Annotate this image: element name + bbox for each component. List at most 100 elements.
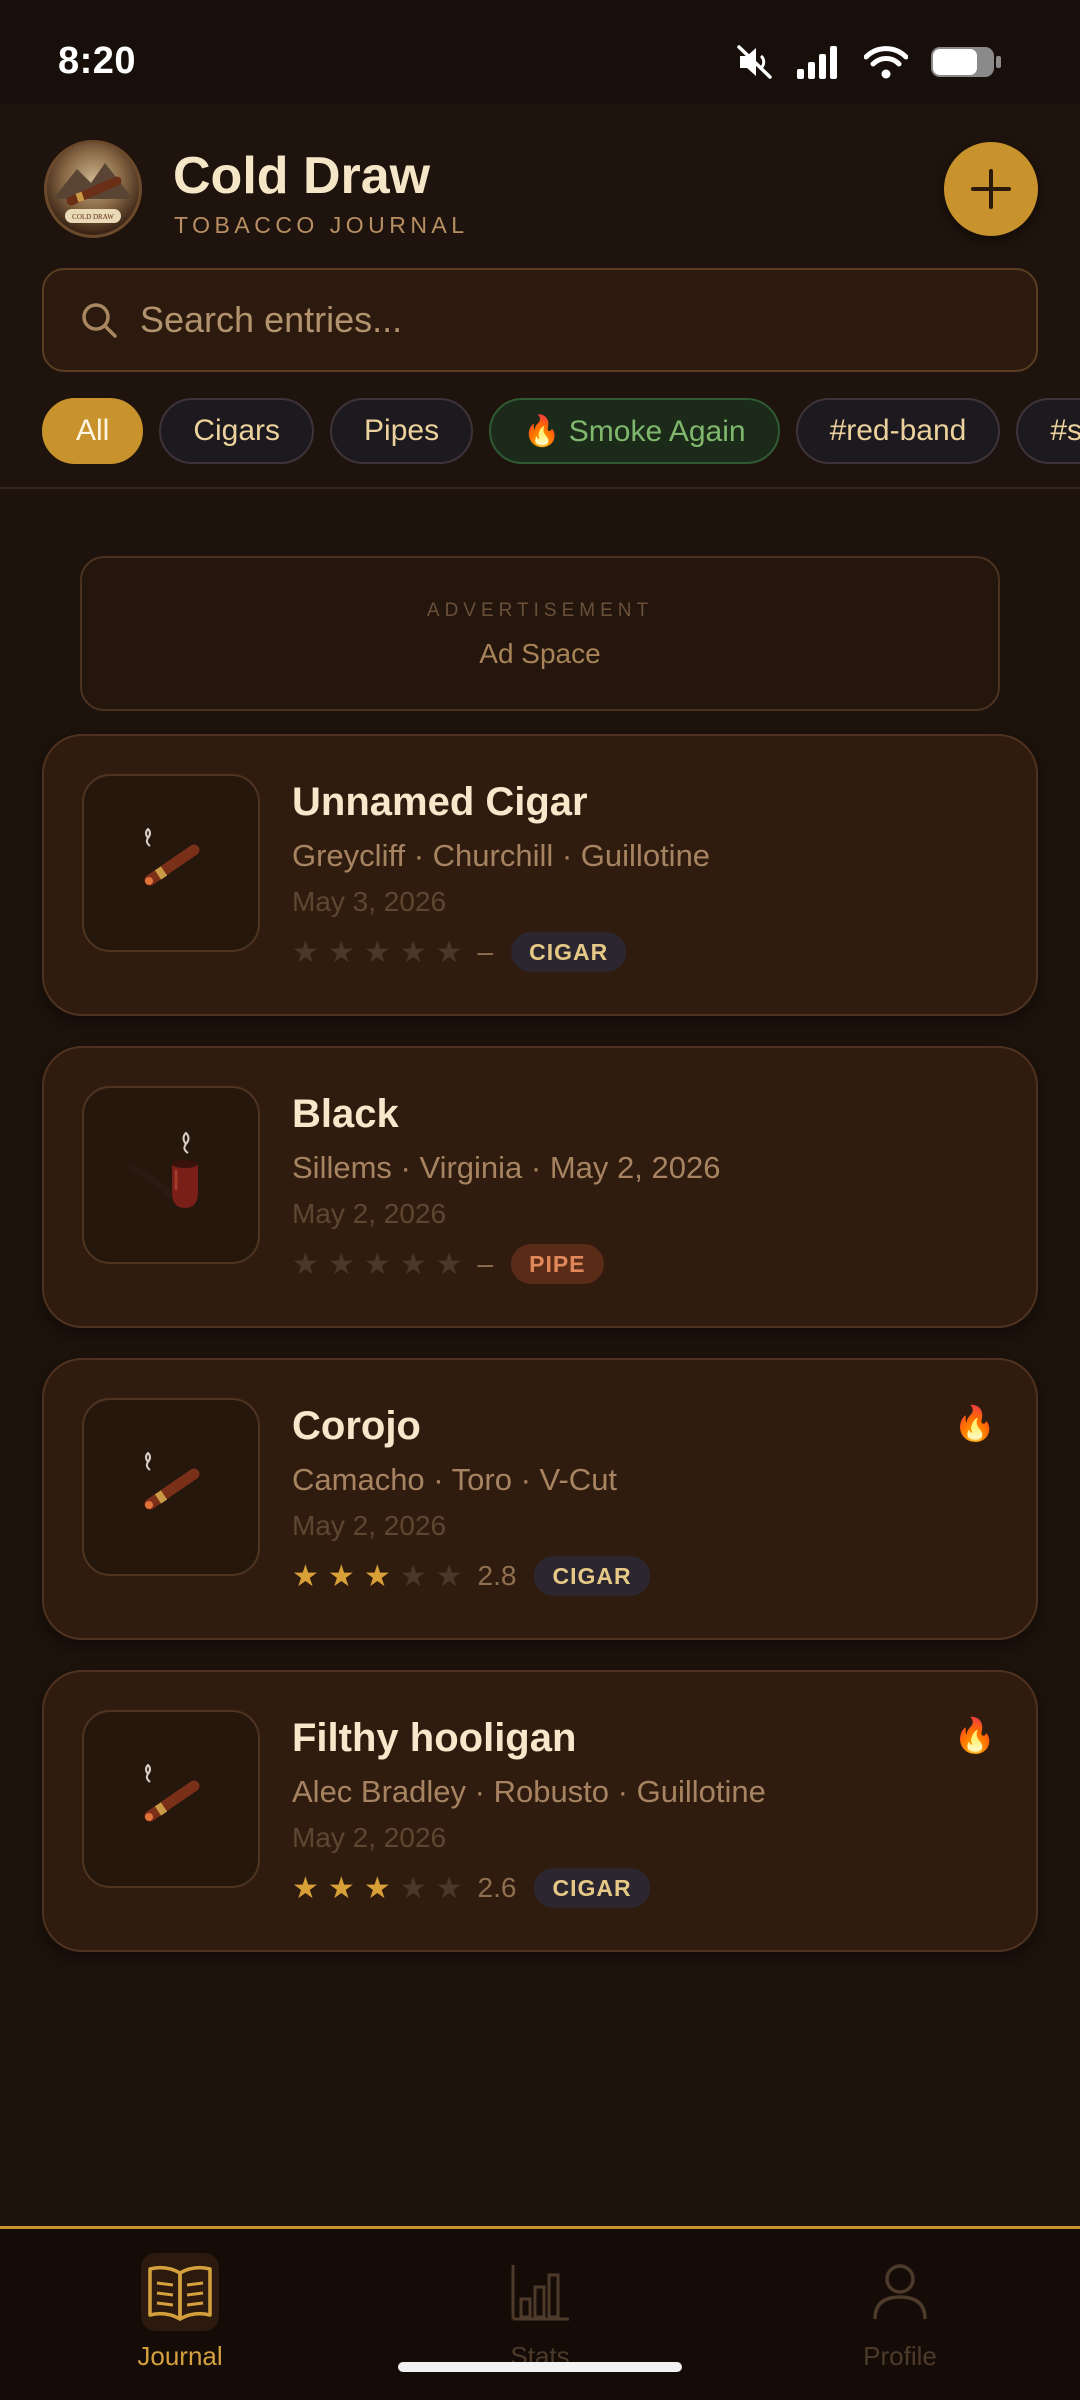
- entry-title: Corojo: [292, 1404, 421, 1448]
- chip-label: 🔥 Smoke Again: [523, 414, 746, 448]
- nav-tab-stats[interactable]: Stats: [440, 2253, 640, 2372]
- chip-label: #red-band: [829, 414, 967, 447]
- entry-details: Sillems · Virginia · May 2, 2026: [292, 1150, 721, 1185]
- home-indicator[interactable]: [398, 2362, 682, 2372]
- app-header: COLD DRAW Cold Draw TOBACCO JOURNAL All …: [0, 104, 1080, 489]
- entry-date: May 2, 2026: [292, 1510, 447, 1541]
- app-logo: COLD DRAW: [44, 140, 142, 238]
- chip-label: All: [76, 414, 110, 447]
- journal-entry-card[interactable]: Unnamed Cigar Greycliff · Churchill · Gu…: [42, 734, 1038, 1016]
- rating-score: –: [477, 1248, 494, 1279]
- entry-thumbnail: [82, 1086, 260, 1264]
- add-entry-button[interactable]: [944, 142, 1038, 236]
- star-icon: ★: [292, 1247, 319, 1281]
- filter-chip-all[interactable]: All: [42, 398, 144, 464]
- cigar-icon: [144, 1764, 200, 1822]
- star-icon: ★: [327, 1871, 355, 1905]
- book-icon: [148, 2265, 212, 2321]
- star-icon: ★: [292, 1871, 319, 1905]
- bottom-nav: Journal Stats Profile: [0, 2226, 1080, 2400]
- rating-score: 2.8: [477, 1560, 517, 1591]
- chip-label: Cigars: [193, 414, 281, 447]
- status-time: 8:20: [58, 40, 137, 82]
- star-icon: ★: [292, 935, 319, 969]
- star-icon: ★: [435, 1247, 463, 1281]
- entry-title: Unnamed Cigar: [292, 780, 588, 824]
- nav-icon-container: [861, 2253, 939, 2331]
- star-icon: ★: [435, 935, 463, 969]
- entry-title: Filthy hooligan: [292, 1716, 577, 1760]
- search-icon: [82, 303, 117, 338]
- signal-icon: [797, 46, 837, 79]
- filter-chip-st-p[interactable]: #st-p: [1016, 398, 1080, 464]
- star-icon: ★: [399, 935, 427, 969]
- app-subtitle: TOBACCO JOURNAL: [174, 212, 469, 238]
- entry-date: May 2, 2026: [292, 1198, 447, 1229]
- star-icon: ★: [327, 1247, 355, 1281]
- type-badge: CIGAR: [534, 1556, 650, 1596]
- filter-chips: All Cigars Pipes 🔥 Smoke Again #red-band…: [42, 398, 1080, 464]
- entry-date: May 3, 2026: [292, 886, 447, 917]
- rating-row: ★ ★ ★ ★ ★ – CIGAR: [292, 932, 627, 972]
- rating-score: 2.6: [477, 1872, 517, 1903]
- status-bar: 8:20: [0, 0, 1080, 104]
- nav-tab-journal[interactable]: Journal: [80, 2253, 280, 2372]
- journal-entry-card[interactable]: Corojo Camacho · Toro · V-Cut May 2, 202…: [42, 1358, 1038, 1640]
- star-icon: ★: [363, 1559, 391, 1593]
- rating-row: ★ ★ ★ ★ ★ – PIPE: [292, 1244, 604, 1284]
- smoke-again-flame-icon: 🔥: [953, 1405, 996, 1443]
- filter-chip-cigars[interactable]: Cigars: [159, 398, 315, 464]
- rating-row: ★ ★ ★ ★ ★ 2.6 CIGAR: [292, 1868, 650, 1908]
- ad-banner[interactable]: ADVERTISEMENT Ad Space: [80, 556, 1000, 711]
- entry-date: May 2, 2026: [292, 1822, 447, 1853]
- pipe-icon: [128, 1131, 198, 1208]
- status-icons: [736, 44, 1002, 80]
- entry-thumbnail: [82, 1710, 260, 1888]
- type-badge: PIPE: [511, 1244, 604, 1284]
- chip-label: #st-p: [1050, 414, 1080, 447]
- entry-thumbnail: [82, 1398, 260, 1576]
- star-icon: ★: [327, 935, 355, 969]
- filter-chip-pipes[interactable]: Pipes: [330, 398, 474, 464]
- star-icon: ★: [292, 1559, 319, 1593]
- star-icon: ★: [435, 1871, 463, 1905]
- star-icon: ★: [399, 1559, 427, 1593]
- rating-row: ★ ★ ★ ★ ★ 2.8 CIGAR: [292, 1556, 650, 1596]
- bar-chart-icon: [511, 2265, 569, 2321]
- mute-icon: [737, 45, 772, 79]
- entry-details: Greycliff · Churchill · Guillotine: [292, 838, 711, 873]
- journal-entry-card[interactable]: Black Sillems · Virginia · May 2, 2026 M…: [42, 1046, 1038, 1328]
- nav-tab-profile[interactable]: Profile: [800, 2253, 1000, 2372]
- filter-chip-red-band[interactable]: #red-band: [795, 398, 1001, 464]
- app-screen: 8:20 COLD DRAW Cold Draw TOBACCO JOURNAL…: [0, 0, 1080, 2400]
- star-icon: ★: [435, 1559, 463, 1593]
- entry-title: Black: [292, 1092, 399, 1136]
- logo-emblem: COLD DRAW: [53, 163, 133, 223]
- ad-text: Ad Space: [479, 638, 601, 669]
- star-icon: ★: [363, 1871, 391, 1905]
- search-input[interactable]: [140, 299, 960, 341]
- plus-icon: [971, 169, 1011, 209]
- star-icon: ★: [399, 1247, 427, 1281]
- nav-icon-container: [501, 2253, 579, 2331]
- entry-thumbnail: [82, 774, 260, 952]
- cigar-icon: [144, 828, 200, 886]
- ad-label: ADVERTISEMENT: [426, 600, 654, 621]
- entry-details: Alec Bradley · Robusto · Guillotine: [292, 1774, 766, 1809]
- type-badge: CIGAR: [534, 1868, 650, 1908]
- filter-chip-smoke-again[interactable]: 🔥 Smoke Again: [489, 398, 780, 464]
- smoke-again-flame-icon: 🔥: [953, 1717, 996, 1755]
- entry-details: Camacho · Toro · V-Cut: [292, 1462, 618, 1497]
- battery-icon: [931, 47, 1001, 77]
- journal-entry-card[interactable]: Filthy hooligan Alec Bradley · Robusto ·…: [42, 1670, 1038, 1952]
- search-bar[interactable]: [42, 268, 1038, 372]
- nav-icon-container: [141, 2253, 219, 2331]
- star-icon: ★: [399, 1871, 427, 1905]
- star-icon: ★: [363, 1247, 391, 1281]
- rating-score: –: [477, 936, 494, 967]
- nav-label: Journal: [137, 2341, 223, 2371]
- star-icon: ★: [327, 1559, 355, 1593]
- wifi-icon: [864, 46, 908, 79]
- person-icon: [873, 2264, 927, 2320]
- nav-label: Profile: [863, 2341, 937, 2371]
